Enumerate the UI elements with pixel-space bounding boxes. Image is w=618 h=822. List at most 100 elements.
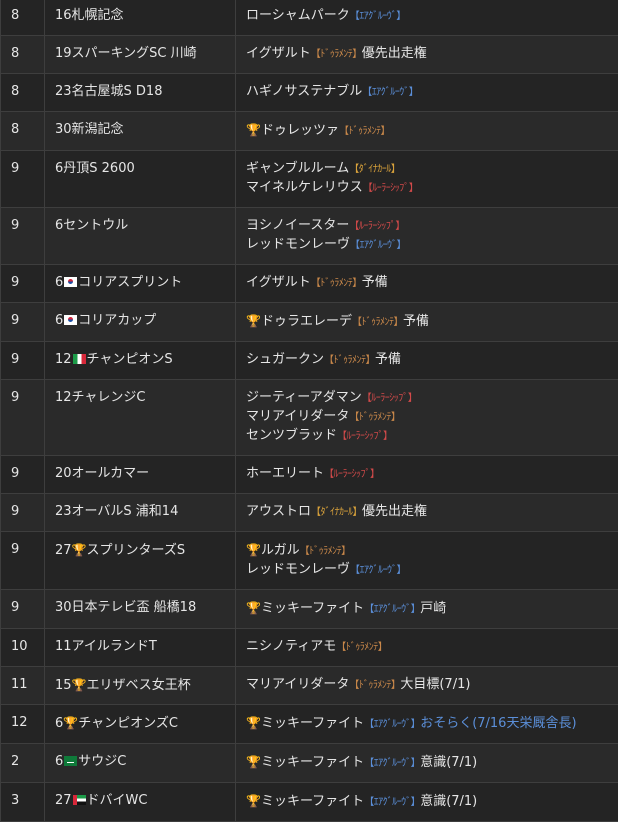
horse-cell: ギャンブルルーム【ﾀﾞｲﾅｶｰﾙ】マイネルケレリウス【ﾙｰﾗｰｼｯﾌﾟ】 — [236, 151, 618, 208]
club-tag: 【ﾀﾞｲﾅｶｰﾙ】 — [311, 507, 362, 518]
horse-name: ギャンブルルーム — [246, 161, 349, 176]
horse-name: ジーティーアダマン — [246, 390, 362, 405]
horse-name: マリアイリダータ — [246, 677, 349, 692]
horse-name: ニシノティアモ — [246, 639, 336, 654]
horse-name: ミッキーファイト — [261, 794, 364, 809]
race-name-rest: エリザベス女王杯 — [87, 678, 191, 693]
horse-cell: 🏆ミッキーファイト【ｴｱｸﾞﾙｰｳﾞ】戸崎 — [236, 590, 618, 629]
table-row: 912チャレンジCジーティーアダマン【ﾙｰﾗｰｼｯﾌﾟ】マリアイリダータ【ﾄﾞｩ… — [1, 380, 618, 456]
race-name: 6丹頂S 2600 — [55, 161, 135, 176]
flag-sa-icon — [64, 756, 77, 766]
race-cell: 16札幌記念 — [45, 0, 236, 36]
race-name: 6 — [55, 754, 63, 769]
month-cell: 10 — [1, 629, 45, 667]
horse-note: 意識(7/1) — [420, 755, 477, 770]
race-name: 23オーバルS 浦和14 — [55, 504, 178, 519]
horse-name: ホーエリート — [246, 466, 324, 481]
club-tag: 【ﾄﾞｩﾗﾒﾝﾃ】 — [349, 680, 400, 691]
month-cell: 9 — [1, 532, 45, 590]
horse-name: レッドモンレーヴ — [246, 237, 350, 252]
horse-name: ミッキーファイト — [261, 716, 364, 731]
table-row: 1115🏆エリザベス女王杯マリアイリダータ【ﾄﾞｩﾗﾒﾝﾃ】大目標(7/1) — [1, 667, 618, 705]
club-tag: 【ﾙｰﾗｰｼｯﾌﾟ】 — [363, 183, 419, 194]
race-name-rest: コリアカップ — [78, 313, 156, 328]
club-tag: 【ﾄﾞｩﾗﾒﾝﾃ】 — [300, 546, 351, 557]
table-row: 9 23オーバルS 浦和14 アウストロ【ﾀﾞｲﾅｶｰﾙ】優先出走権 — [1, 494, 618, 532]
race-cell: 6🏆チャンピオンズC — [45, 705, 236, 744]
horse-cell: 🏆ミッキーファイト【ｴｱｸﾞﾙｰｳﾞ】意識(7/1) — [236, 783, 618, 822]
race-cell: 27ドバイWC — [45, 783, 236, 822]
horse-name: イグザルト — [246, 275, 311, 290]
month-cell: 9 — [1, 456, 45, 494]
race-cell: 6コリアスプリント — [45, 265, 236, 303]
race-cell: 12チャレンジC — [45, 380, 236, 456]
month-cell: 9 — [1, 208, 45, 265]
horse-note: 意識(7/1) — [420, 794, 477, 809]
table-row: 920オールカマーホーエリート【ﾙｰﾗｰｼｯﾌﾟ】 — [1, 456, 618, 494]
horse-cell: ローシャムパーク【ｴｱｸﾞﾙｰｳﾞ】 — [236, 0, 618, 36]
race-cell: 11アイルランドT — [45, 629, 236, 667]
club-tag: 【ﾄﾞｩﾗﾒﾝﾃ】 — [324, 355, 375, 366]
race-cell: 19スパーキングSC 川崎 — [45, 36, 236, 74]
trophy-icon: 🏆 — [246, 543, 261, 557]
month-cell: 9 — [1, 494, 45, 532]
horse-name: ヨシノイースター — [246, 218, 349, 233]
race-cell: 12チャンピオンS — [45, 342, 236, 380]
club-tag: 【ｴｱｸﾞﾙｰｳﾞ】 — [362, 87, 418, 98]
table-row: 327ドバイWC🏆ミッキーファイト【ｴｱｸﾞﾙｰｳﾞ】意識(7/1) — [1, 783, 618, 822]
club-tag: 【ﾄﾞｩﾗﾒﾝﾃ】 — [349, 412, 400, 423]
horse-note: 戸崎 — [420, 601, 446, 616]
horse-name: ミッキーファイト — [261, 601, 364, 616]
horse-cell: ヨシノイースター【ﾙｰﾗｰｼｯﾌﾟ】レッドモンレーヴ【ｴｱｸﾞﾙｰｳﾞ】 — [236, 208, 618, 265]
club-tag: 【ﾄﾞｩﾗﾒﾝﾃ】 — [339, 126, 390, 137]
club-tag: 【ﾙｰﾗｰｼｯﾌﾟ】 — [337, 431, 393, 442]
race-name: 15 — [55, 678, 72, 693]
horse-cell: シュガークン【ﾄﾞｩﾗﾒﾝﾃ】予備 — [236, 342, 618, 380]
race-cell: 6セントウル — [45, 208, 236, 265]
horse-name: センツブラッド — [246, 428, 337, 443]
race-schedule-body: 8 16札幌記念ローシャムパーク【ｴｱｸﾞﾙｰｳﾞ】819スパーキングSC 川崎イ… — [1, 0, 618, 822]
horse-note: 予備 — [403, 314, 429, 329]
race-cell: 6丹頂S 2600 — [45, 151, 236, 208]
table-row: 819スパーキングSC 川崎イグザルト【ﾄﾞｩﾗﾒﾝﾃ】優先出走権 — [1, 36, 618, 74]
horse-cell: 🏆ミッキーファイト【ｴｱｸﾞﾙｰｳﾞ】意識(7/1) — [236, 744, 618, 783]
horse-cell: マリアイリダータ【ﾄﾞｩﾗﾒﾝﾃ】大目標(7/1) — [236, 667, 618, 705]
month-cell: 8 — [1, 112, 45, 151]
race-cell: 30新潟記念 — [45, 112, 236, 151]
race-cell: 27🏆スプリンターズS — [45, 532, 236, 590]
horse-cell: ハギノサステナブル【ｴｱｸﾞﾙｰｳﾞ】 — [236, 74, 618, 112]
horse-name: ドゥレッツァ — [261, 123, 339, 138]
horse-name: ハギノサステナブル — [246, 84, 362, 99]
table-row: 1011アイルランドT ニシノティアモ【ﾄﾞｩﾗﾒﾝﾃ】 — [1, 629, 618, 667]
horse-name: イグザルト — [246, 46, 311, 61]
club-tag: 【ﾀﾞｲﾅｶｰﾙ】 — [349, 164, 400, 175]
trophy-icon: 🏆 — [246, 123, 261, 137]
table-row: 930日本テレビ盃 船橋18🏆ミッキーファイト【ｴｱｸﾞﾙｰｳﾞ】戸崎 — [1, 590, 618, 629]
table-row: 126🏆チャンピオンズC🏆ミッキーファイト【ｴｱｸﾞﾙｰｳﾞ】おそらく(7/16… — [1, 705, 618, 744]
club-tag: 【ﾄﾞｩﾗﾒﾝﾃ】 — [336, 642, 387, 653]
table-row: 830新潟記念 🏆ドゥレッツァ【ﾄﾞｩﾗﾒﾝﾃ】 — [1, 112, 618, 151]
flag-kr-icon — [64, 277, 77, 287]
club-tag: 【ｴｱｸﾞﾙｰｳﾞ】 — [350, 565, 406, 576]
club-tag: 【ｴｱｸﾞﾙｰｳﾞ】 — [364, 719, 420, 730]
trophy-icon: 🏆 — [246, 794, 261, 808]
horse-name: ルガル — [261, 543, 300, 558]
club-tag: 【ｴｱｸﾞﾙｰｳﾞ】 — [364, 797, 420, 808]
flag-kr-icon — [64, 315, 77, 325]
month-cell: 9 — [1, 303, 45, 342]
horse-note: 予備 — [375, 352, 401, 367]
club-tag: 【ﾙｰﾗｰｼｯﾌﾟ】 — [362, 393, 418, 404]
horse-name: シュガークン — [246, 352, 324, 367]
race-name-rest: チャンピオンS — [87, 352, 173, 367]
horse-cell: アウストロ【ﾀﾞｲﾅｶｰﾙ】優先出走権 — [236, 494, 618, 532]
horse-name: ミッキーファイト — [261, 755, 364, 770]
race-name: 20オールカマー — [55, 466, 149, 481]
trophy-icon: 🏆 — [246, 601, 261, 615]
table-row: 823名古屋城S D18ハギノサステナブル【ｴｱｸﾞﾙｰｳﾞ】 — [1, 74, 618, 112]
horse-cell: 🏆ルガル【ﾄﾞｩﾗﾒﾝﾃ】レッドモンレーヴ【ｴｱｸﾞﾙｰｳﾞ】 — [236, 532, 618, 590]
race-name: 30日本テレビ盃 船橋18 — [55, 600, 196, 615]
table-row: 96コリアスプリントイグザルト【ﾄﾞｩﾗﾒﾝﾃ】予備 — [1, 265, 618, 303]
horse-cell: 🏆ドゥラエレーデ【ﾄﾞｩﾗﾒﾝﾃ】予備 — [236, 303, 618, 342]
month-cell: 2 — [1, 744, 45, 783]
trophy-icon: 🏆 — [63, 716, 78, 730]
